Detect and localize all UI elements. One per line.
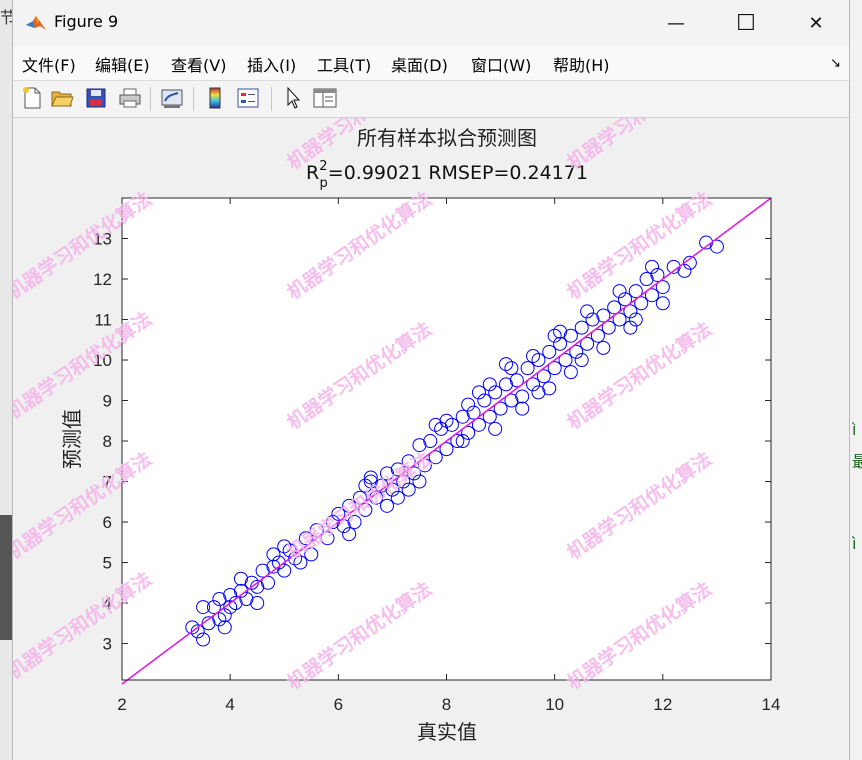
menu-desktop[interactable]: 桌面(D) [391, 52, 448, 76]
menu-tools[interactable]: 工具(T) [317, 52, 371, 76]
close-icon: ✕ [808, 12, 824, 34]
close-button[interactable]: ✕ [781, 0, 851, 46]
y-tick-label: 11 [94, 311, 112, 330]
background-window-right: ì 最 ì [850, 0, 862, 760]
chart-title: 所有样本拟合预测图 [357, 126, 537, 150]
figure-toolbar [13, 81, 849, 118]
subtitle-metrics: =0.99021 RMSEP=0.24171 [328, 162, 588, 184]
x-tick-label: 14 [762, 695, 781, 714]
menu-file[interactable]: 文件(F) [22, 52, 76, 76]
maximize-icon: ☐ [736, 10, 756, 36]
subtitle-superscript: 2 [319, 159, 327, 174]
print-icon [119, 88, 141, 108]
chart-subtitle: R2 p=0.99021 RMSEP=0.24171 [306, 159, 588, 191]
maximize-button[interactable]: ☐ [711, 0, 781, 46]
toolbar-separator [150, 87, 151, 111]
x-tick-label: 10 [545, 695, 564, 714]
new-figure-button[interactable] [19, 85, 45, 111]
watermark-text: 机器学习和优化算法 [563, 118, 716, 174]
figure-window: Figure 9 — ☐ ✕ 文件(F) 编辑(E) 查看(V) 插入(I) 工… [12, 0, 850, 760]
insert-legend-button[interactable] [235, 85, 261, 111]
window-title: Figure 9 [54, 12, 119, 31]
menu-window[interactable]: 窗口(W) [471, 52, 531, 76]
open-file-button[interactable] [49, 85, 75, 111]
link-plot-icon [161, 89, 183, 108]
matlab-logo-icon [26, 16, 46, 30]
background-right-text-3: ì [852, 534, 857, 553]
x-axis-label: 真实值 [417, 720, 477, 744]
y-tick-label: 8 [103, 432, 112, 451]
menu-insert[interactable]: 插入(I) [247, 52, 296, 76]
minimize-button[interactable]: — [641, 0, 711, 46]
menu-help[interactable]: 帮助(H) [553, 52, 610, 76]
property-inspector-button[interactable] [312, 85, 338, 111]
background-dark-panel [0, 515, 12, 640]
legend-icon [237, 88, 259, 108]
insert-colorbar-button[interactable] [202, 85, 228, 111]
y-tick-label: 5 [103, 554, 112, 573]
x-tick-label: 4 [225, 695, 234, 714]
x-tick-label: 12 [653, 695, 672, 714]
y-tick-label: 3 [103, 635, 112, 654]
background-right-text-1: ì [852, 420, 857, 439]
minimize-icon: — [667, 12, 685, 34]
colorbar-icon [209, 87, 221, 109]
figure-canvas: 所有样本拟合预测图 R2 p=0.99021 RMSEP=0.24171 2468… [13, 118, 849, 760]
save-icon [86, 88, 106, 108]
x-tick-label: 2 [117, 695, 126, 714]
y-tick-label: 6 [103, 513, 112, 532]
save-button[interactable] [83, 85, 109, 111]
edit-plot-button[interactable] [280, 85, 306, 111]
menu-bar: 文件(F) 编辑(E) 查看(V) 插入(I) 工具(T) 桌面(D) 窗口(W… [13, 46, 849, 81]
new-figure-icon [23, 87, 41, 109]
background-left-text: 节 [0, 8, 12, 27]
x-tick-label: 8 [442, 695, 451, 714]
background-right-text-2: 最 [852, 452, 862, 471]
scatter-plot: 所有样本拟合预测图 R2 p=0.99021 RMSEP=0.24171 2468… [13, 118, 781, 744]
print-button[interactable] [117, 85, 143, 111]
pointer-icon [287, 86, 301, 109]
dock-arrow-icon[interactable]: ↘ [830, 56, 841, 71]
property-inspector-icon [313, 88, 337, 108]
menu-view[interactable]: 查看(V) [171, 52, 226, 76]
subtitle-subscript: p [320, 176, 328, 191]
x-tick-label: 6 [334, 695, 343, 714]
y-tick-label: 12 [93, 270, 112, 289]
y-axis-label: 预测值 [60, 409, 84, 469]
toolbar-separator [193, 87, 194, 111]
menu-edit[interactable]: 编辑(E) [95, 52, 150, 76]
toolbar-separator [271, 87, 272, 111]
y-tick-label: 9 [103, 392, 112, 411]
title-bar[interactable]: Figure 9 — ☐ ✕ [13, 0, 849, 46]
open-file-icon [51, 91, 74, 107]
background-window-left: 节 [0, 0, 12, 760]
link-plot-button[interactable] [159, 85, 185, 111]
